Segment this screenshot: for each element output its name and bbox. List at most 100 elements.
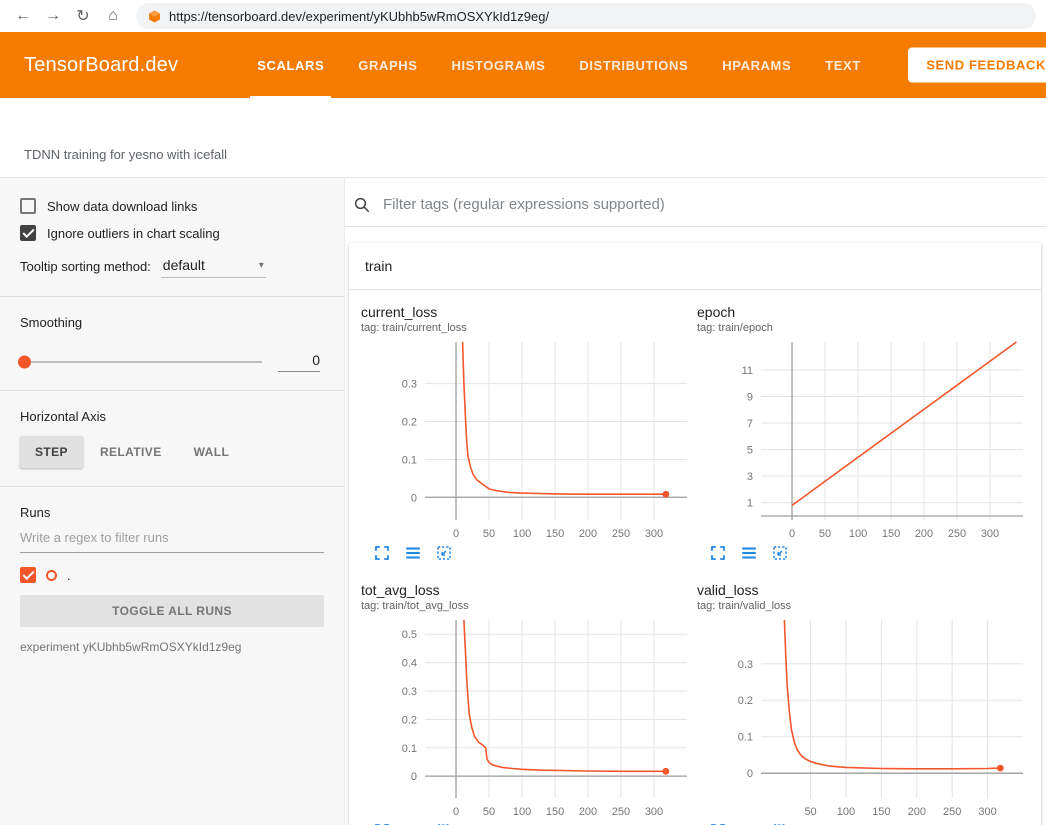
svg-text:300: 300 [978, 806, 996, 818]
chart-title: valid_loss [697, 582, 1029, 598]
svg-text:0.5: 0.5 [402, 629, 417, 641]
tab-text[interactable]: TEXT [808, 32, 878, 98]
divider [0, 296, 344, 297]
svg-text:0.1: 0.1 [738, 732, 753, 744]
browser-chrome: ← → ↻ ⌂ https://tensorboard.dev/experime… [0, 0, 1046, 32]
run-name: . [67, 568, 71, 583]
svg-text:300: 300 [645, 528, 663, 540]
chart-tag: tag: train/valid_loss [697, 600, 1029, 612]
view-data-icon[interactable] [740, 544, 758, 562]
run-checkbox-icon[interactable] [20, 567, 36, 583]
chart-card-valid-loss: valid_loss tag: train/valid_loss 5010015… [697, 582, 1029, 825]
svg-text:50: 50 [804, 806, 816, 818]
svg-text:250: 250 [612, 528, 630, 540]
svg-text:50: 50 [483, 806, 495, 818]
chart-plot[interactable]: 05010015020025030000.10.20.30.40.5 [361, 612, 693, 818]
fit-domain-icon[interactable] [435, 544, 453, 562]
tooltip-sorting-value: default [163, 257, 205, 273]
svg-text:0.3: 0.3 [738, 659, 753, 671]
send-feedback-button[interactable]: SEND FEEDBACK [908, 48, 1046, 83]
svg-text:50: 50 [483, 528, 495, 540]
forward-icon[interactable]: → [40, 3, 66, 29]
svg-text:150: 150 [882, 528, 900, 540]
settings-sidebar: Show data download links Ignore outliers… [0, 178, 345, 825]
svg-text:300: 300 [645, 806, 663, 818]
toggle-all-runs-button[interactable]: TOGGLE ALL RUNS [20, 595, 324, 627]
svg-text:100: 100 [513, 528, 531, 540]
tab-histograms[interactable]: HISTOGRAMS [434, 32, 562, 98]
ignore-outliers-label: Ignore outliers in chart scaling [47, 226, 220, 241]
chevron-down-icon: ▾ [259, 260, 264, 271]
divider [0, 390, 344, 391]
svg-text:200: 200 [579, 528, 597, 540]
svg-text:0: 0 [747, 768, 753, 780]
svg-text:250: 250 [612, 806, 630, 818]
chart-card-current-loss: current_loss tag: train/current_loss 050… [361, 304, 693, 562]
nav-tabs: SCALARS GRAPHS HISTOGRAMS DISTRIBUTIONS … [240, 32, 878, 98]
run-list-item[interactable]: . [20, 567, 324, 583]
fit-domain-icon[interactable] [771, 544, 789, 562]
svg-text:0: 0 [411, 771, 417, 783]
svg-text:0: 0 [453, 806, 459, 818]
svg-text:0.2: 0.2 [738, 695, 753, 707]
show-download-links-checkbox[interactable]: Show data download links [20, 198, 324, 214]
tag-group-title[interactable]: train [349, 243, 1041, 290]
svg-text:0.4: 0.4 [402, 658, 417, 670]
tab-graphs[interactable]: GRAPHS [341, 32, 434, 98]
svg-text:100: 100 [849, 528, 867, 540]
svg-text:50: 50 [819, 528, 831, 540]
checkbox-checked-icon[interactable] [20, 225, 36, 241]
svg-text:250: 250 [943, 806, 961, 818]
svg-text:100: 100 [513, 806, 531, 818]
expand-chart-icon[interactable] [373, 544, 391, 562]
svg-text:300: 300 [981, 528, 999, 540]
address-bar[interactable]: https://tensorboard.dev/experiment/yKUbh… [136, 3, 1036, 29]
svg-text:5: 5 [747, 445, 753, 457]
svg-text:7: 7 [747, 418, 753, 430]
svg-text:0.1: 0.1 [402, 454, 417, 466]
tab-scalars[interactable]: SCALARS [240, 32, 341, 98]
app-title: TensorBoard.dev [24, 54, 178, 77]
runs-filter-input[interactable] [20, 522, 324, 553]
svg-text:150: 150 [546, 806, 564, 818]
expand-chart-icon[interactable] [709, 544, 727, 562]
chart-plot[interactable]: 5010015020025030000.10.20.3 [697, 612, 1029, 818]
svg-text:100: 100 [837, 806, 855, 818]
svg-text:11: 11 [742, 365, 753, 377]
axis-wall-button[interactable]: WALL [179, 436, 245, 468]
reload-icon[interactable]: ↻ [70, 3, 96, 29]
tooltip-sorting-select[interactable]: default ▾ [161, 257, 266, 278]
chart-title: tot_avg_loss [361, 582, 693, 598]
checkbox-unchecked-icon[interactable] [20, 198, 36, 214]
axis-step-button[interactable]: STEP [20, 436, 83, 468]
slider-thumb[interactable] [18, 356, 31, 369]
show-download-links-label: Show data download links [47, 199, 197, 214]
tag-filter-row [345, 178, 1046, 227]
svg-text:0.2: 0.2 [402, 417, 417, 429]
search-icon [353, 196, 371, 214]
tab-hparams[interactable]: HPARAMS [705, 32, 808, 98]
tab-distributions[interactable]: DISTRIBUTIONS [562, 32, 705, 98]
chart-toolbar [697, 544, 1029, 562]
axis-relative-button[interactable]: RELATIVE [85, 436, 177, 468]
back-icon[interactable]: ← [10, 3, 36, 29]
svg-text:0.2: 0.2 [402, 714, 417, 726]
charts-grid: current_loss tag: train/current_loss 050… [349, 290, 1041, 825]
tensorboard-favicon [148, 10, 161, 23]
smoothing-value[interactable]: 0 [278, 352, 320, 372]
chart-title: current_loss [361, 304, 693, 320]
home-icon[interactable]: ⌂ [100, 3, 126, 29]
svg-text:0.1: 0.1 [402, 743, 417, 755]
svg-text:150: 150 [546, 528, 564, 540]
tag-filter-input[interactable] [381, 195, 1030, 214]
ignore-outliers-checkbox[interactable]: Ignore outliers in chart scaling [20, 225, 324, 241]
svg-text:0: 0 [453, 528, 459, 540]
chart-title: epoch [697, 304, 1029, 320]
chart-plot[interactable]: 0501001502002503001357911 [697, 334, 1029, 540]
svg-text:200: 200 [579, 806, 597, 818]
view-data-icon[interactable] [404, 544, 422, 562]
smoothing-slider[interactable] [20, 361, 262, 363]
horizontal-axis-label: Horizontal Axis [20, 409, 324, 424]
chart-plot[interactable]: 05010015020025030000.10.20.3 [361, 334, 693, 540]
svg-text:0: 0 [789, 528, 795, 540]
